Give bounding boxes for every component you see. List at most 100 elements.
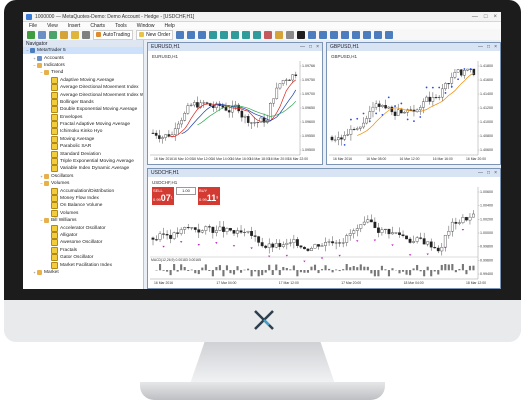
menu-window[interactable]: Window bbox=[137, 23, 155, 29]
navigator-item[interactable]: Moving Average bbox=[23, 135, 143, 143]
buy-button[interactable]: BUY 0.99118 bbox=[198, 187, 220, 205]
chart-maximize-icon[interactable]: □ bbox=[487, 44, 490, 50]
candle-body bbox=[253, 122, 256, 124]
navigator-item[interactable]: Market Facilitation Index bbox=[23, 261, 143, 269]
menu-charts[interactable]: Charts bbox=[90, 23, 105, 29]
period-icon[interactable] bbox=[275, 30, 284, 39]
menu-file[interactable]: File bbox=[29, 23, 37, 29]
chart-window-usdchf[interactable]: USDCHF,H1 — □ × USDCHF,H1 SELL 0.99071 1… bbox=[147, 168, 501, 289]
chart-minimize-icon[interactable]: — bbox=[478, 44, 483, 50]
navigator-item[interactable]: Standard Deviation bbox=[23, 150, 143, 158]
vertical-line-icon[interactable] bbox=[319, 30, 328, 39]
candlestick-icon[interactable] bbox=[187, 30, 196, 39]
candle-body bbox=[172, 232, 176, 239]
trendline-icon[interactable] bbox=[341, 30, 350, 39]
price-tick-label: 0.99600 bbox=[480, 258, 493, 262]
autoscroll-icon[interactable] bbox=[242, 30, 251, 39]
navigator-item[interactable]: Money Flow Index bbox=[23, 195, 143, 202]
navigator-item[interactable]: Gator Oscillator bbox=[23, 254, 143, 262]
navigator-item[interactable]: Parabolic SAR bbox=[23, 143, 143, 151]
navigator-item[interactable]: + Oscillators bbox=[23, 173, 143, 180]
tile-windows-icon[interactable] bbox=[231, 30, 240, 39]
navigator-item[interactable]: Bollinger Bands bbox=[23, 98, 143, 106]
navigator-item[interactable]: + Market bbox=[23, 269, 143, 276]
chart-shift-icon[interactable] bbox=[253, 30, 262, 39]
navigator-item[interactable]: − MetaTrader 5 bbox=[23, 47, 143, 55]
navigator-item[interactable]: On Balance Volume bbox=[23, 202, 143, 210]
fibonacci-icon[interactable] bbox=[363, 30, 372, 39]
minimize-icon[interactable]: — bbox=[472, 14, 478, 20]
navigator-item[interactable]: Double Exponential Moving Average bbox=[23, 106, 143, 114]
navigator-item[interactable]: − Indicators bbox=[23, 62, 143, 69]
navigator-item[interactable]: − Trend bbox=[23, 69, 143, 76]
time-tick-label: 16 Mar 08:00 bbox=[366, 157, 386, 161]
navigator-item[interactable]: Fractals bbox=[23, 246, 143, 254]
profiles-icon[interactable] bbox=[38, 30, 46, 39]
autotrading-button[interactable]: AutoTrading bbox=[93, 29, 134, 40]
navigator-item[interactable]: Alligator bbox=[23, 231, 143, 239]
gbpusd-chart[interactable]: 1.41800 1.41600 1.41400 1.41200 1.41000 1.408… bbox=[327, 51, 500, 164]
navigator-item[interactable]: Envelopes bbox=[23, 113, 143, 121]
indicators-icon[interactable] bbox=[264, 30, 273, 39]
chart-window-gbpusd[interactable]: GBPUSD,H1 — □ × GBPUSD,H1 1.41800 1.41600… bbox=[326, 42, 501, 165]
channel-icon[interactable] bbox=[352, 30, 361, 39]
eurusd-chart[interactable]: 1.09766 1.09750 1.09700 1.09650 1.09600 1.095… bbox=[148, 51, 322, 164]
navigator-item[interactable]: Variable Index Dynamic Average bbox=[23, 165, 143, 173]
navigator-item[interactable]: Average Directional Movement Index bbox=[23, 84, 143, 92]
chart-minimize-icon[interactable]: — bbox=[300, 44, 305, 50]
crosshair-icon[interactable] bbox=[308, 30, 317, 39]
new-chart-icon[interactable] bbox=[27, 30, 35, 39]
chart-window-eurusd[interactable]: EURUSD,H1 — □ × EURUSD,H1 1.09766 1.09750… bbox=[147, 42, 323, 165]
candle-body bbox=[390, 106, 394, 113]
new-order-button[interactable]: New Order bbox=[136, 29, 174, 40]
text-tool-icon[interactable] bbox=[374, 30, 383, 39]
menu-help[interactable]: Help bbox=[165, 23, 175, 29]
maximize-icon[interactable]: □ bbox=[484, 14, 488, 20]
navigator-item[interactable]: Accelerator Oscillator bbox=[23, 224, 143, 232]
chart-maximize-icon[interactable]: □ bbox=[309, 44, 312, 50]
close-icon[interactable]: × bbox=[493, 14, 497, 20]
chart-minimize-icon[interactable]: — bbox=[478, 170, 483, 176]
macd-bar bbox=[391, 268, 394, 271]
navigator-item[interactable]: + Accounts bbox=[23, 54, 143, 61]
sell-button[interactable]: SELL 0.99071 bbox=[152, 187, 174, 205]
navigator-icon[interactable] bbox=[71, 30, 79, 39]
chart-close-icon[interactable]: × bbox=[494, 44, 497, 50]
parabolic-sar-dot bbox=[457, 78, 459, 81]
macd-bar bbox=[215, 266, 218, 271]
zoom-out-icon[interactable] bbox=[220, 30, 229, 39]
chart-maximize-icon[interactable]: □ bbox=[487, 170, 490, 176]
templates-icon[interactable] bbox=[286, 30, 295, 39]
fractal-marker bbox=[320, 257, 324, 260]
line-chart-icon[interactable] bbox=[198, 30, 207, 39]
navigator-item-label: Moving Average bbox=[60, 136, 95, 142]
chart-close-icon[interactable]: × bbox=[316, 44, 319, 50]
lot-size-input[interactable]: 1.00 bbox=[176, 187, 196, 195]
horizontal-line-icon[interactable] bbox=[330, 30, 339, 39]
folder-icon bbox=[44, 70, 49, 76]
market-watch-icon[interactable] bbox=[49, 30, 57, 39]
navigator-item[interactable]: − Volumes bbox=[23, 180, 143, 187]
navigator-item[interactable]: Fractal Adaptive Moving Average bbox=[23, 121, 143, 129]
parabolic-sar-dot bbox=[400, 102, 403, 105]
menu-view[interactable]: View bbox=[47, 23, 58, 29]
window-title: 1000000 — MetaQuotes-Demo: Demo Account … bbox=[35, 13, 195, 20]
bar-chart-icon[interactable] bbox=[176, 30, 185, 39]
navigator-item[interactable]: Average Directional Movement Index Wilde… bbox=[23, 91, 143, 99]
navigator-item[interactable]: Ichimoku Kinko Hyo bbox=[23, 128, 143, 136]
chart-close-icon[interactable]: × bbox=[494, 170, 497, 176]
navigator-item[interactable]: Awesome Oscillator bbox=[23, 239, 143, 247]
navigator-item[interactable]: − Bill Williams bbox=[23, 217, 143, 224]
navigator-item[interactable]: Adaptive Moving Average bbox=[23, 76, 143, 84]
menu-insert[interactable]: Insert bbox=[68, 23, 81, 29]
menu-tools[interactable]: Tools bbox=[115, 23, 127, 29]
navigator-item[interactable]: Accumulation/Distribution bbox=[23, 187, 143, 195]
zoom-in-icon[interactable] bbox=[209, 30, 218, 39]
candle-body bbox=[207, 226, 211, 228]
terminal-icon[interactable] bbox=[82, 30, 90, 39]
navigator-item[interactable]: Volumes bbox=[23, 209, 143, 217]
navigator-item[interactable]: Triple Exponential Moving Average bbox=[23, 158, 143, 166]
data-window-icon[interactable] bbox=[60, 30, 68, 39]
cursor-icon[interactable] bbox=[297, 30, 306, 39]
shapes-icon[interactable] bbox=[385, 30, 394, 39]
